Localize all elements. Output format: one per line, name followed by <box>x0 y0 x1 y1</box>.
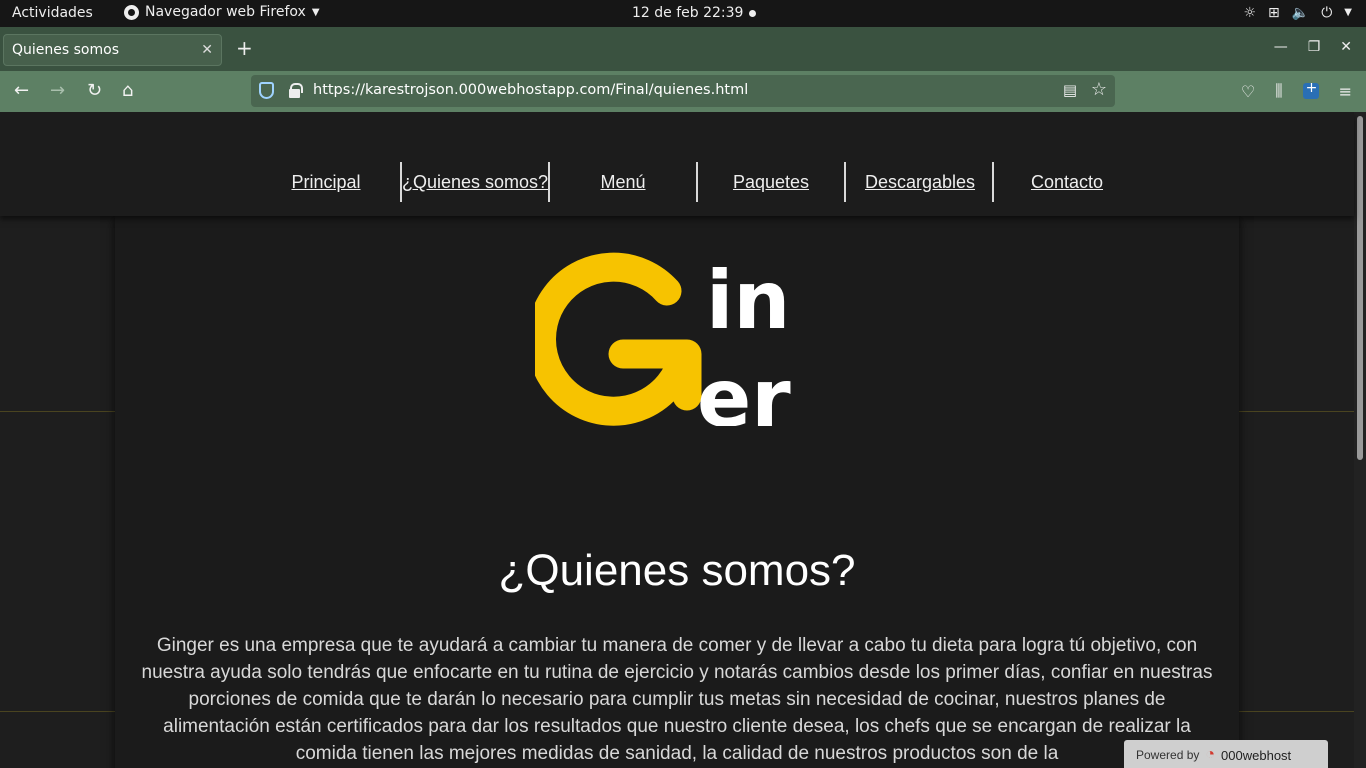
bookmark-star-icon[interactable]: ☆ <box>1091 79 1107 100</box>
webhost-logo-icon: ◔ <box>1205 746 1216 763</box>
app-menu[interactable]: Navegador web Firefox ▼ <box>124 4 320 20</box>
tracking-protection-icon[interactable] <box>259 82 274 99</box>
powered-by-badge[interactable]: Powered by ◔ 000webhost <box>1124 740 1328 768</box>
nav-link-principal[interactable]: Principal <box>252 162 400 202</box>
page-viewport: Principal ¿Quienes somos? Menú Paquetes … <box>0 112 1366 768</box>
nav-link-descargables[interactable]: Descargables <box>846 162 994 202</box>
library-icon[interactable]: ⫼ <box>1275 81 1282 101</box>
powered-by-label: Powered by <box>1136 748 1200 762</box>
system-top-bar: Actividades Navegador web Firefox ▼ 12 d… <box>0 0 1366 27</box>
toolbar-right: ♡ ⫼ ≡ <box>1241 80 1352 101</box>
reader-view-icon[interactable]: ▤ <box>1063 81 1077 99</box>
scrollbar-thumb[interactable] <box>1357 116 1363 460</box>
hamburger-menu-icon[interactable]: ≡ <box>1339 82 1352 101</box>
power-icon: ⏻ <box>1321 5 1333 21</box>
page-heading: ¿Quienes somos? <box>498 546 856 595</box>
back-icon[interactable]: ← <box>14 80 29 102</box>
notification-dot-icon <box>749 10 756 17</box>
tab-title: Quienes somos <box>12 42 119 58</box>
url-text[interactable]: https://karestrojson.000webhostapp.com/F… <box>313 82 748 98</box>
new-tab-icon[interactable]: + <box>236 38 253 58</box>
brightness-icon: ☼ <box>1243 5 1257 21</box>
ginger-logo: in er <box>535 252 791 426</box>
navigation-toolbar: ← → ↻ ⌂ https://karestrojson.000webhosta… <box>0 71 1366 112</box>
lock-icon[interactable] <box>289 83 303 98</box>
page-scrollbar[interactable] <box>1354 112 1366 768</box>
pocket-icon[interactable]: ♡ <box>1241 82 1255 101</box>
nav-link-paquetes[interactable]: Paquetes <box>697 162 845 202</box>
browser-tab[interactable]: Quienes somos ✕ <box>3 34 222 66</box>
about-paragraph: Ginger es una empresa que te ayudará a c… <box>141 635 1213 764</box>
minimize-icon[interactable]: — <box>1274 39 1288 55</box>
chevron-down-icon: ▼ <box>311 6 320 18</box>
site-navigation: Principal ¿Quienes somos? Menú Paquetes … <box>0 112 1354 216</box>
window-controls: — ❐ ✕ <box>1274 39 1352 55</box>
nav-link-menu[interactable]: Menú <box>549 162 697 202</box>
forward-icon[interactable]: → <box>50 80 65 102</box>
nav-link-contacto[interactable]: Contacto <box>993 162 1141 202</box>
close-tab-icon[interactable]: ✕ <box>201 42 213 58</box>
svg-text:er: er <box>697 352 791 426</box>
home-icon[interactable]: ⌂ <box>122 80 133 102</box>
clock[interactable]: 12 de feb 22:39 <box>632 5 743 21</box>
network-icon: ⊞ <box>1268 5 1280 21</box>
extension-icon[interactable] <box>1302 80 1319 99</box>
restore-icon[interactable]: ❐ <box>1308 39 1321 55</box>
url-bar[interactable]: https://karestrojson.000webhostapp.com/F… <box>251 75 1115 107</box>
activities-button[interactable]: Actividades <box>12 5 93 21</box>
app-name: Navegador web Firefox <box>145 4 306 20</box>
volume-icon: 🔈 <box>1291 5 1310 21</box>
tab-strip: Quienes somos ✕ + — ❐ ✕ <box>0 27 1366 71</box>
system-tray[interactable]: ☼ ⊞ 🔈 ⏻ ▼ <box>1243 3 1352 23</box>
close-window-icon[interactable]: ✕ <box>1340 39 1352 55</box>
main-content: in er ¿Quienes somos? Ginger es una empr… <box>115 216 1239 768</box>
svg-text:in: in <box>706 254 790 347</box>
chevron-down-icon: ▼ <box>1344 7 1352 18</box>
webhost-brand: 000webhost <box>1221 747 1292 763</box>
nav-link-quienes-somos[interactable]: ¿Quienes somos? <box>401 162 549 202</box>
firefox-icon <box>124 4 139 20</box>
reload-icon[interactable]: ↻ <box>87 80 102 102</box>
